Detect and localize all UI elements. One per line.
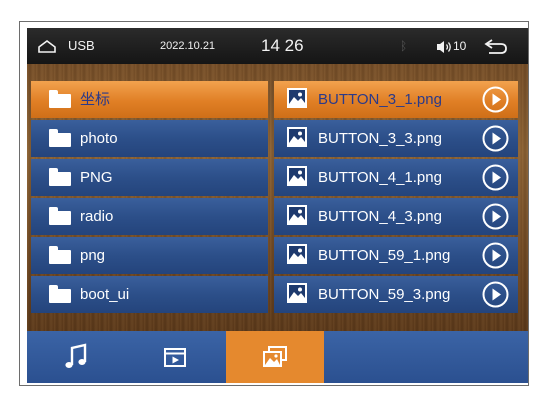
folder-row[interactable]: photo: [31, 120, 268, 157]
play-icon[interactable]: [482, 203, 509, 230]
image-file-icon: [287, 127, 307, 147]
bluetooth-icon: ᛒ: [400, 39, 408, 53]
file-row[interactable]: BUTTON_3_3.png: [274, 120, 518, 157]
folder-row[interactable]: png: [31, 237, 268, 274]
music-note-icon: [65, 343, 87, 368]
back-arrow-icon: [484, 39, 507, 54]
folder-label: photo: [80, 130, 118, 147]
file-row[interactable]: BUTTON_59_1.png: [274, 237, 518, 274]
folder-label: boot_ui: [80, 286, 130, 303]
home-icon: [38, 40, 56, 53]
photo-icon: [263, 346, 287, 367]
folder-icon: [49, 246, 71, 264]
back-button[interactable]: [482, 28, 508, 64]
time-label: 14 26: [261, 36, 304, 55]
image-file-icon: [287, 244, 307, 264]
device-screen: USB 2022.10.21 14 26 ᛒ 10 坐标 photo PNG r…: [27, 28, 528, 383]
file-row[interactable]: BUTTON_3_1.png: [274, 81, 518, 118]
folder-icon: [49, 285, 71, 303]
file-label: BUTTON_4_3.png: [318, 208, 442, 225]
play-icon[interactable]: [482, 125, 509, 152]
folder-row[interactable]: PNG: [31, 159, 268, 196]
folder-label: 坐标: [80, 91, 111, 108]
folder-row[interactable]: boot_ui: [31, 276, 268, 313]
image-file-icon: [287, 166, 307, 186]
folder-list: 坐标 photo PNG radio png boot_ui: [31, 81, 268, 315]
bottom-tab-bar: [27, 331, 528, 383]
date-label: 2022.10.21: [160, 40, 216, 52]
file-label: BUTTON_59_1.png: [318, 247, 451, 264]
empty-tab[interactable]: [325, 331, 528, 383]
folder-label: png: [80, 247, 106, 264]
file-row[interactable]: BUTTON_59_3.png: [274, 276, 518, 313]
status-bar: USB 2022.10.21 14 26 ᛒ 10: [27, 28, 528, 64]
image-file-icon: [287, 205, 307, 225]
play-icon[interactable]: [482, 242, 509, 269]
file-label: BUTTON_3_1.png: [318, 91, 442, 108]
file-label: BUTTON_59_3.png: [318, 286, 451, 303]
image-file-icon: [287, 88, 307, 108]
play-icon[interactable]: [482, 164, 509, 191]
file-label: BUTTON_3_3.png: [318, 130, 442, 147]
video-icon: [164, 348, 186, 367]
folder-row[interactable]: radio: [31, 198, 268, 235]
image-file-icon: [287, 283, 307, 303]
video-tab[interactable]: [125, 331, 225, 383]
file-row[interactable]: BUTTON_4_1.png: [274, 159, 518, 196]
file-label: BUTTON_4_1.png: [318, 169, 442, 186]
folder-icon: [49, 90, 71, 108]
source-label: USB: [68, 38, 95, 53]
volume-indicator[interactable]: 10: [436, 28, 466, 64]
home-button[interactable]: [37, 28, 57, 64]
folder-icon: [49, 129, 71, 147]
play-icon[interactable]: [482, 86, 509, 113]
photo-tab[interactable]: [226, 331, 324, 383]
volume-level: 10: [453, 39, 467, 53]
file-row[interactable]: BUTTON_4_3.png: [274, 198, 518, 235]
music-tab[interactable]: [27, 331, 125, 383]
folder-icon: [49, 168, 71, 186]
folder-icon: [49, 207, 71, 225]
file-list: BUTTON_3_1.png BUTTON_3_3.png BUTTON_4_1…: [274, 81, 518, 315]
folder-label: radio: [80, 208, 114, 225]
speaker-icon: [437, 40, 451, 53]
folder-label: PNG: [80, 169, 113, 186]
play-icon[interactable]: [482, 281, 509, 308]
folder-row[interactable]: 坐标: [31, 81, 268, 118]
